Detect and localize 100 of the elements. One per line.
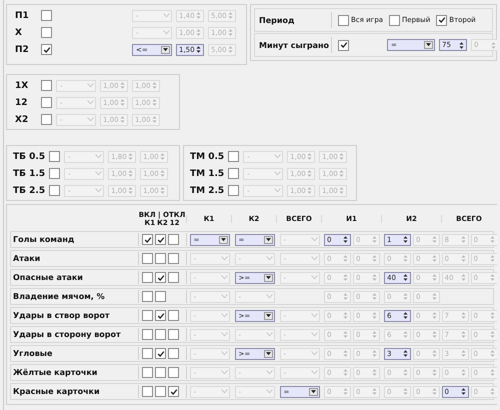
checkbox[interactable] bbox=[142, 367, 153, 378]
checkbox[interactable] bbox=[155, 291, 166, 302]
spin-arrows-icon bbox=[432, 311, 437, 320]
spin-arrows-icon bbox=[372, 254, 377, 263]
spin-arrows-icon bbox=[343, 368, 348, 377]
row-label: Удары в сторону ворот bbox=[11, 328, 139, 341]
minutes-label: Минут сыграно bbox=[255, 37, 332, 53]
spin-arrows-icon bbox=[372, 387, 377, 396]
spin-arrows-icon bbox=[490, 330, 494, 339]
spin-arrows-icon bbox=[403, 311, 408, 320]
spin-arrows-icon bbox=[403, 254, 408, 263]
checkbox[interactable] bbox=[41, 44, 52, 55]
chevron-icon bbox=[266, 332, 272, 337]
spin-arrows-icon bbox=[339, 152, 344, 161]
checkbox[interactable] bbox=[49, 185, 60, 196]
spin-arrows-icon bbox=[460, 273, 466, 282]
checkbox[interactable] bbox=[41, 10, 52, 21]
spin-arrows-icon bbox=[307, 169, 312, 178]
chevron-icon bbox=[266, 389, 272, 394]
checkbox[interactable] bbox=[436, 14, 448, 26]
checkbox[interactable] bbox=[228, 151, 240, 162]
spin-arrows-icon bbox=[128, 169, 134, 178]
total-label: ТБ 1.5 bbox=[13, 168, 46, 178]
chevron-icon bbox=[220, 313, 228, 318]
checkbox[interactable] bbox=[41, 27, 52, 38]
checkbox[interactable] bbox=[155, 367, 166, 378]
row-label: Атаки bbox=[11, 252, 139, 265]
spin-arrows-icon bbox=[460, 368, 466, 377]
checkbox[interactable] bbox=[142, 291, 153, 302]
checkbox[interactable] bbox=[168, 310, 179, 321]
spin-arrows-icon bbox=[490, 273, 494, 282]
spin-arrows-icon bbox=[432, 235, 437, 244]
checkbox[interactable] bbox=[142, 310, 153, 321]
checkbox[interactable] bbox=[168, 329, 179, 340]
checkbox[interactable] bbox=[142, 234, 153, 245]
chevron-icon bbox=[220, 389, 228, 394]
checkbox[interactable] bbox=[155, 253, 166, 264]
total-label: ТМ 1.5 bbox=[190, 168, 224, 178]
spin-arrows-icon bbox=[460, 235, 466, 244]
checkbox[interactable] bbox=[168, 386, 179, 397]
checkbox[interactable] bbox=[338, 14, 349, 26]
chevron-icon bbox=[310, 370, 318, 375]
spin-arrows-icon bbox=[460, 349, 466, 358]
checkbox[interactable] bbox=[41, 80, 52, 91]
spin-arrows-icon bbox=[459, 40, 464, 50]
spin-arrows-icon bbox=[490, 254, 494, 263]
spin-arrows-icon bbox=[196, 11, 201, 20]
checkbox[interactable] bbox=[155, 234, 166, 245]
spin-arrows-icon bbox=[372, 235, 377, 244]
checkbox[interactable] bbox=[338, 40, 349, 50]
checkbox[interactable] bbox=[389, 14, 400, 26]
caret-icon bbox=[264, 312, 272, 320]
checkbox[interactable] bbox=[155, 272, 166, 283]
checkbox[interactable] bbox=[228, 185, 240, 196]
checkbox[interactable] bbox=[49, 151, 60, 162]
spin-arrows-icon bbox=[152, 81, 157, 90]
spin-arrows-icon bbox=[228, 11, 233, 20]
spin-arrows-icon bbox=[160, 152, 166, 161]
chevron-icon bbox=[87, 117, 94, 122]
caret-icon bbox=[264, 274, 272, 282]
checkbox[interactable] bbox=[49, 168, 60, 179]
checkbox[interactable] bbox=[168, 253, 179, 264]
checkbox[interactable] bbox=[142, 386, 153, 397]
checkbox[interactable] bbox=[168, 348, 179, 359]
checkbox[interactable] bbox=[155, 310, 166, 321]
checkbox[interactable] bbox=[168, 367, 179, 378]
row-label: Владение мячом, % bbox=[11, 290, 139, 303]
chevron-icon bbox=[266, 256, 272, 261]
outcome-label: 1Х bbox=[15, 80, 30, 90]
outcome-label: П1 bbox=[15, 10, 30, 20]
spin-arrows-icon bbox=[403, 368, 408, 377]
checkbox[interactable] bbox=[41, 97, 52, 108]
checkbox[interactable] bbox=[168, 272, 179, 283]
spin-arrows-icon bbox=[432, 349, 437, 358]
spin-arrows-icon bbox=[196, 45, 201, 54]
spin-arrows-icon bbox=[403, 273, 408, 282]
checkbox[interactable] bbox=[142, 272, 153, 283]
spin-arrows-icon bbox=[160, 186, 166, 195]
checkbox[interactable] bbox=[228, 168, 240, 179]
spin-arrows-icon bbox=[490, 235, 494, 244]
checkbox[interactable] bbox=[41, 114, 52, 125]
checkbox[interactable] bbox=[142, 329, 153, 340]
spin-arrows-icon bbox=[432, 273, 437, 282]
spin-arrows-icon bbox=[343, 311, 348, 320]
spin-arrows-icon bbox=[343, 273, 348, 282]
checkbox[interactable] bbox=[142, 253, 153, 264]
chevron-icon bbox=[220, 294, 228, 299]
checkbox[interactable] bbox=[155, 329, 166, 340]
chevron-icon bbox=[220, 256, 228, 261]
chevron-icon bbox=[95, 154, 102, 159]
chevron-icon bbox=[163, 30, 170, 35]
caret-icon bbox=[264, 350, 272, 358]
spin-arrows-icon bbox=[372, 349, 377, 358]
checkbox[interactable] bbox=[155, 386, 166, 397]
checkbox[interactable] bbox=[168, 234, 179, 245]
chevron-icon bbox=[95, 188, 102, 193]
spin-arrows-icon bbox=[128, 152, 134, 161]
checkbox[interactable] bbox=[155, 348, 166, 359]
checkbox[interactable] bbox=[142, 348, 153, 359]
spin-arrows-icon bbox=[120, 81, 125, 90]
